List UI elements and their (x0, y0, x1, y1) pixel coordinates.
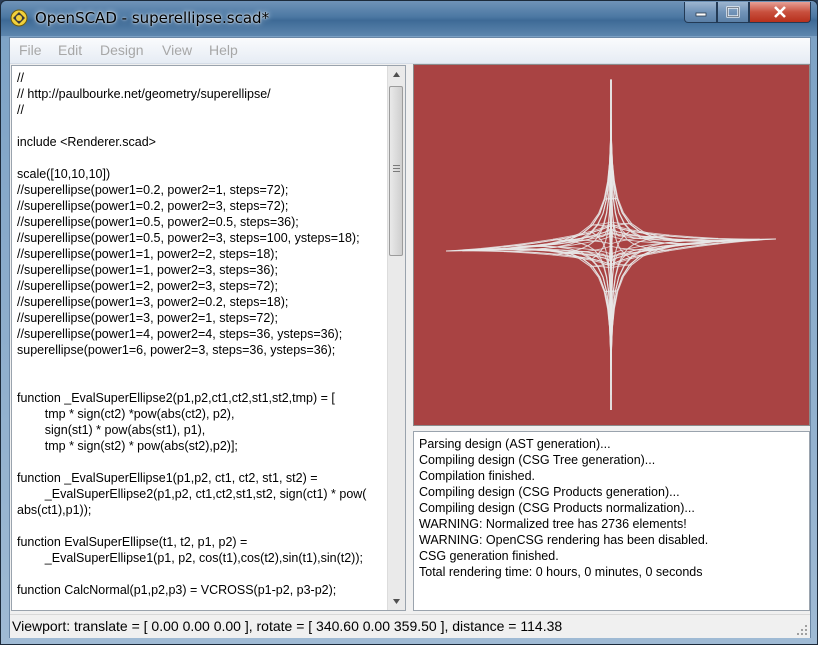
code-line: tmp * sign(ct2) *pow(abs(ct2), p2), (17, 407, 235, 421)
maximize-icon (726, 6, 740, 18)
client-area: File Edit Design View Help // // http://p… (9, 37, 811, 638)
code-line: //superellipse(power1=3, power2=1, steps… (17, 311, 278, 325)
code-line: abs(ct1),p1)); (17, 503, 92, 517)
editor-vertical-scrollbar[interactable] (387, 66, 405, 610)
menu-bar: File Edit Design View Help (10, 38, 810, 64)
console-line: Parsing design (AST generation)... (419, 437, 611, 451)
code-line: //superellipse(power1=4, power2=4, steps… (17, 327, 343, 341)
3d-viewport[interactable] (413, 64, 810, 426)
code-line: // (17, 71, 24, 85)
console-line: WARNING: Normalized tree has 2736 elemen… (419, 517, 687, 531)
scroll-up-button[interactable] (388, 66, 405, 83)
code-line: scale([10,10,10]) (17, 167, 111, 181)
code-line: //superellipse(power1=0.5, power2=0.5, s… (17, 215, 299, 229)
code-line: //superellipse(power1=0.5, power2=3, ste… (17, 231, 360, 245)
code-line: function CalcNormal(p1,p2,p3) = VCROSS(p… (17, 583, 337, 597)
code-line: // http://paulbourke.net/geometry/supere… (17, 87, 271, 101)
code-line: // (17, 103, 24, 117)
code-line: function _EvalSuperEllipse1(p1,p2, ct1, … (17, 471, 318, 485)
resize-grip-icon[interactable] (796, 624, 808, 636)
console-line: Compiling design (CSG Tree generation)..… (419, 453, 656, 467)
app-window: OpenSCAD - superellipse.scad* File Edit … (0, 0, 818, 645)
openscad-logo-icon (10, 9, 28, 27)
superellipse-mesh-render (445, 79, 777, 410)
code-line: function _EvalSuperEllipse2(p1,p2,ct1,ct… (17, 391, 335, 405)
console-text: Parsing design (AST generation)... Compil… (419, 436, 708, 580)
close-button[interactable] (749, 2, 811, 23)
arrow-down-icon (393, 599, 400, 604)
code-line: superellipse(power1=6, power2=3, steps=3… (17, 343, 336, 357)
console-line: Compiling design (CSG Products generatio… (419, 485, 680, 499)
code-line: //superellipse(power1=3, power2=0.2, ste… (17, 295, 289, 309)
console-line: Compiling design (CSG Products normaliza… (419, 501, 695, 515)
code-line: //superellipse(power1=0.2, power2=1, ste… (17, 183, 289, 197)
arrow-up-icon (393, 72, 400, 77)
console-line: WARNING: OpenCSG rendering has been disa… (419, 533, 709, 547)
menu-design[interactable]: Design (100, 42, 144, 58)
minimize-icon (695, 12, 706, 17)
code-line: function EvalSuperEllipse(t1, t2, p1, p2… (17, 535, 248, 549)
viewport-status: Viewport: translate = [ 0.00 0.00 0.00 ]… (12, 618, 563, 634)
maximize-button[interactable] (717, 2, 749, 23)
menu-view[interactable]: View (162, 42, 192, 58)
menu-file[interactable]: File (19, 42, 42, 58)
code-line: _EvalSuperEllipse1(p1, p2, cos(t1),cos(t… (17, 551, 363, 565)
code-editor[interactable]: // // http://paulbourke.net/geometry/supe… (11, 65, 406, 611)
console-line: CSG generation finished. (419, 549, 559, 563)
menu-edit[interactable]: Edit (58, 42, 82, 58)
console-line: Total rendering time: 0 hours, 0 minutes… (419, 565, 703, 579)
code-line: sign(st1) * pow(abs(st1), p1), (17, 423, 206, 437)
window-title: OpenSCAD - superellipse.scad* (35, 9, 270, 27)
code-line: tmp * sign(st2) * pow(abs(st2),p2)]; (17, 439, 238, 453)
console-output[interactable]: Parsing design (AST generation)... Compil… (413, 431, 810, 611)
title-bar[interactable]: OpenSCAD - superellipse.scad* (1, 1, 817, 36)
code-line: //superellipse(power1=1, power2=2, steps… (17, 247, 278, 261)
code-text[interactable]: // // http://paulbourke.net/geometry/supe… (17, 70, 387, 598)
code-line: //superellipse(power1=2, power2=3, steps… (17, 279, 278, 293)
close-icon (774, 6, 786, 18)
status-bar: Viewport: translate = [ 0.00 0.00 0.00 ]… (10, 614, 810, 638)
code-line: include <Renderer.scad> (17, 135, 156, 149)
menu-help[interactable]: Help (209, 42, 238, 58)
scroll-down-button[interactable] (388, 593, 405, 610)
code-line: //superellipse(power1=0.2, power2=3, ste… (17, 199, 289, 213)
console-line: Compilation finished. (419, 469, 536, 483)
minimize-button[interactable] (684, 2, 717, 23)
scroll-thumb[interactable] (389, 86, 403, 256)
code-line: //superellipse(power1=1, power2=3, steps… (17, 263, 278, 277)
code-line: _EvalSuperEllipse2(p1,p2, ct1,ct2,st1,st… (17, 487, 367, 501)
